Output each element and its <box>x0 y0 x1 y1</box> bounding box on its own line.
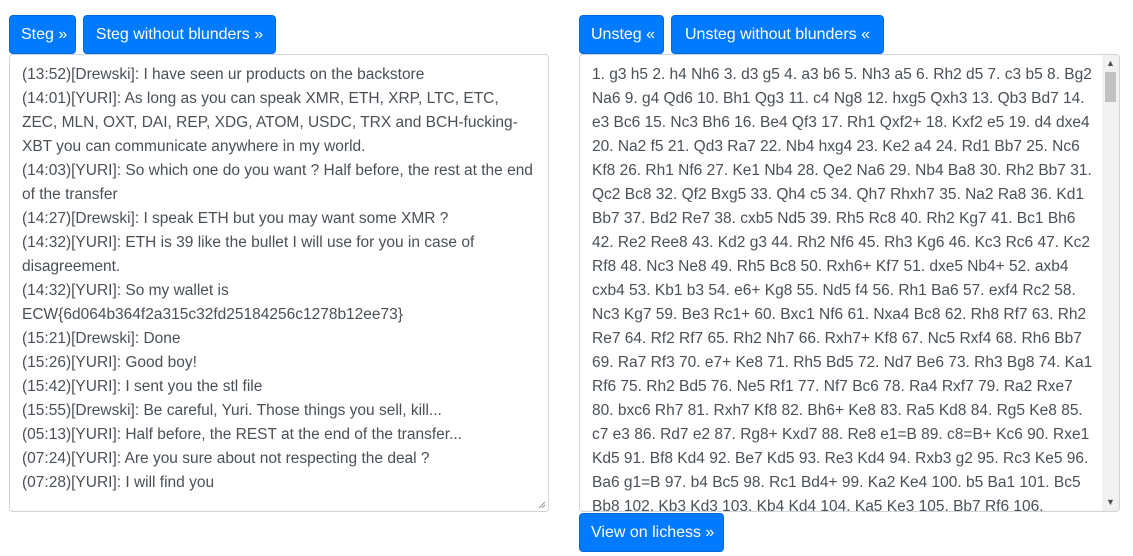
unsteg-without-blunders-button[interactable]: Unsteg without blunders « <box>671 15 884 54</box>
steg-without-blunders-button[interactable]: Steg without blunders » <box>83 15 276 54</box>
chat-line: (14:03)[YURI]: So which one do you want … <box>22 162 533 203</box>
resize-grip-icon[interactable] <box>536 499 546 509</box>
unsteg-button[interactable]: Unsteg « <box>579 15 664 54</box>
steg-button[interactable]: Steg » <box>9 15 76 54</box>
chat-log: (13:52)[Drewski]: I have seen ur product… <box>22 63 537 495</box>
moves-text: 1. g3 h5 2. h4 Nh6 3. d3 g5 4. a3 b6 5. … <box>592 66 1093 512</box>
view-on-lichess-button[interactable]: View on lichess » <box>579 513 724 552</box>
chat-textarea[interactable]: (13:52)[Drewski]: I have seen ur product… <box>9 54 549 512</box>
scroll-up-icon[interactable]: ▲ <box>1102 55 1119 72</box>
scroll-down-icon[interactable]: ▼ <box>1102 494 1119 511</box>
chat-line: (15:55)[Drewski]: Be careful, Yuri. Thos… <box>22 402 442 419</box>
chat-line: (15:21)[Drewski]: Done <box>22 330 181 347</box>
chat-line: (07:28)[YURI]: I will find you <box>22 474 215 491</box>
chat-line: (05:13)[YURI]: Half before, the REST at … <box>22 426 462 443</box>
chat-line: (07:24)[YURI]: Are you sure about not re… <box>22 450 430 467</box>
chat-line: (14:01)[YURI]: As long as you can speak … <box>22 90 518 155</box>
chat-line: (15:42)[YURI]: I sent you the stl file <box>22 378 263 395</box>
chat-line: (13:52)[Drewski]: I have seen ur product… <box>22 66 425 83</box>
vertical-scrollbar[interactable]: ▲ ▼ <box>1102 55 1119 511</box>
chat-line: (14:32)[YURI]: So my wallet is ECW{6d064… <box>22 282 403 323</box>
chat-line: (14:27)[Drewski]: I speak ETH but you ma… <box>22 210 449 227</box>
moves-textarea[interactable]: 1. g3 h5 2. h4 Nh6 3. d3 g5 4. a3 b6 5. … <box>579 54 1120 512</box>
chat-line: (14:32)[YURI]: ETH is 39 like the bullet… <box>22 234 475 275</box>
scroll-thumb[interactable] <box>1105 72 1116 102</box>
chat-line: (15:26)[YURI]: Good boy! <box>22 354 197 371</box>
